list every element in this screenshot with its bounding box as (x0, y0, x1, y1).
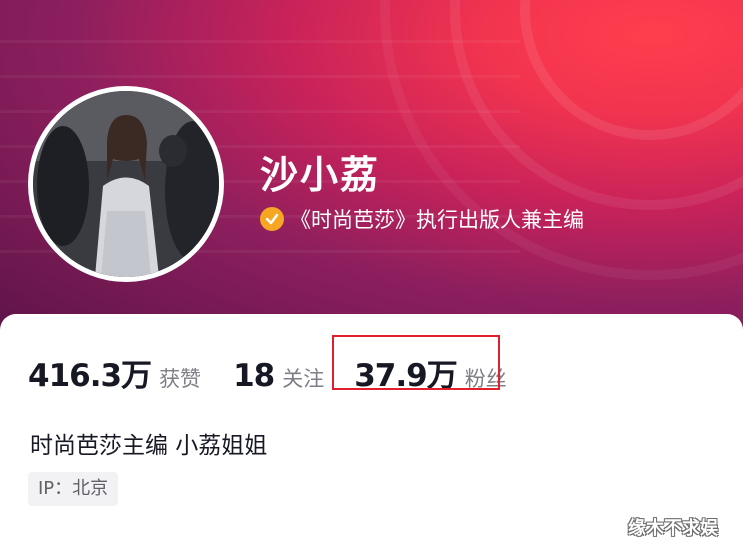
avatar-photo (33, 91, 219, 277)
following-stat[interactable]: 18 关注 (233, 358, 324, 394)
watermark-text: 缘木不求娱 (628, 518, 718, 539)
following-label: 关注 (282, 367, 325, 391)
likes-stat: 416.3万 获赞 (28, 350, 201, 395)
following-count: 18 (233, 358, 275, 394)
verification-row: 《时尚芭莎》执行出版人兼主编 (260, 204, 584, 234)
verified-check-icon (260, 207, 284, 231)
verification-title: 《时尚芭莎》执行出版人兼主编 (290, 208, 584, 232)
likes-count: 416.3万 (28, 358, 152, 394)
ip-location-badge: IP：北京 (28, 472, 119, 506)
profile-name: 沙小荔 (260, 153, 381, 197)
fans-highlight-box (332, 335, 500, 390)
decorative-stripe (0, 40, 520, 43)
profile-bio: 时尚芭莎主编 小荔姐姐 (30, 433, 268, 459)
likes-label: 获赞 (159, 367, 202, 391)
decorative-stripe (0, 75, 520, 78)
avatar[interactable] (28, 86, 224, 282)
